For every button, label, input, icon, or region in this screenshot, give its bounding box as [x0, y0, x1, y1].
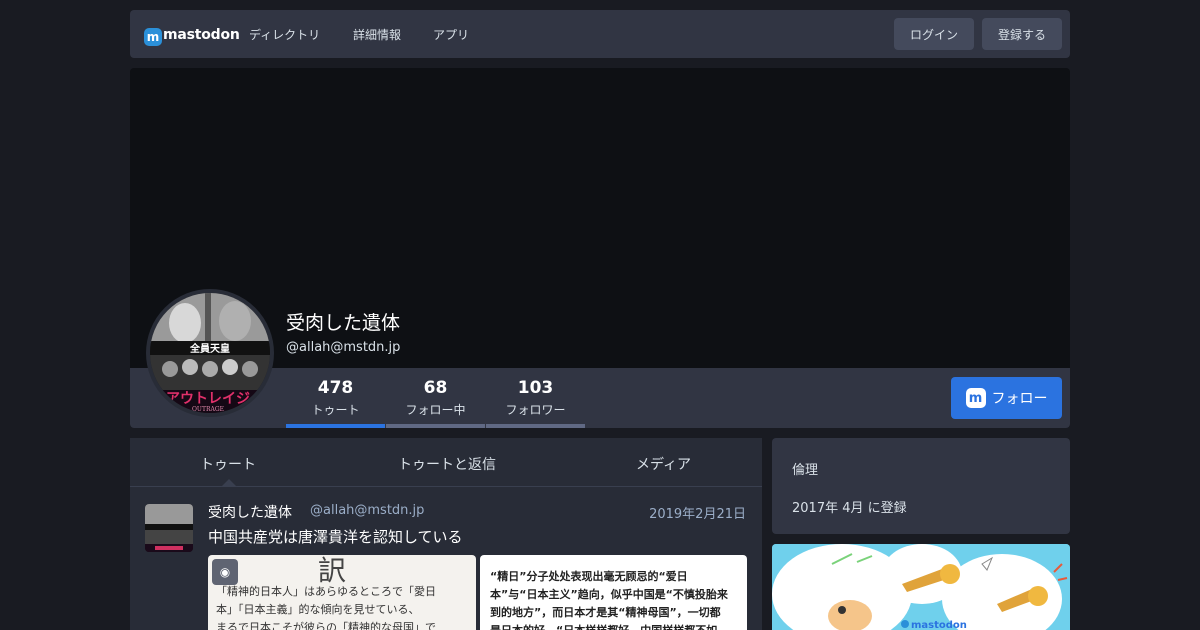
media-attachment-2[interactable]: “精日”分子处处表现出毫无顾忌的“爱日 本”与“日本主义”趋向，似乎中国是“不慎…: [480, 555, 747, 630]
counter-following-value: 68: [423, 378, 448, 398]
eye-slash-icon: ◉: [219, 565, 231, 579]
media2-line-0: “精日”分子处处表现出毫无顾忌的“爱日: [490, 570, 688, 583]
status-timestamp[interactable]: 2019年2月21日: [649, 503, 746, 522]
profile-bio: 倫理: [792, 463, 819, 478]
media1-line-3: まるで日本こそが彼らの「精神的な母国」で: [216, 621, 436, 630]
counter-toots-value: 478: [317, 378, 354, 398]
status-avatar[interactable]: [145, 504, 193, 552]
follow-button-label: フォロー: [991, 391, 1048, 407]
promo-illustration-image: mastodon: [772, 544, 1070, 630]
status-avatar-image: [145, 504, 193, 552]
follow-button[interactable]: m フォロー: [951, 377, 1062, 419]
status-acct[interactable]: @allah@mstdn.jp: [310, 503, 424, 518]
profile-info-bar: [130, 368, 1070, 428]
media2-line-1: 本”与“日本主义”趋向，似乎中国是“不慎投胎来: [490, 588, 728, 601]
counter-followers-label: フォロワー: [505, 403, 566, 417]
hide-media-button[interactable]: ◉: [212, 559, 238, 585]
counter-toots[interactable]: 478 トゥート: [286, 368, 385, 428]
tab-toots[interactable]: トゥート: [200, 454, 256, 474]
status-content: 中国共産党は唐澤貴洋を認知している: [208, 528, 463, 546]
profile-joined-date: 2017年 4月 に登録: [792, 501, 907, 516]
mastodon-promo-illustration: mastodon: [772, 544, 1070, 630]
status-item[interactable]: 受肉した遺体 @allah@mstdn.jp 2019年2月21日 中国共産党は…: [130, 487, 762, 630]
profile-about-card: 倫理 2017年 4月 に登録: [772, 438, 1070, 534]
media2-line-2: 到的地方”，而日本才是其“精神母国”，一切都: [490, 606, 721, 619]
profile-acct: @allah@mstdn.jp: [286, 340, 401, 355]
avatar-image: 全員天皇 アウトレイジ OUTRAGE: [150, 293, 270, 413]
counter-followers[interactable]: 103 フォロワー: [486, 368, 585, 428]
tab-toots-and-replies[interactable]: トゥートと返信: [398, 454, 496, 474]
tab-media[interactable]: メディア: [636, 454, 691, 474]
avatar-caption-english: OUTRAGE: [192, 406, 224, 413]
status-display-name[interactable]: 受肉した遺体: [208, 502, 292, 522]
counter-followers-value: 103: [517, 378, 554, 398]
login-button[interactable]: ログイン: [894, 18, 974, 50]
signup-button[interactable]: 登録する: [982, 18, 1062, 50]
media1-line-2: 本」「日本主義」的な傾向を見せている、: [216, 603, 420, 616]
mastodon-icon: m: [144, 28, 162, 46]
avatar-caption-bottom: アウトレイジ: [166, 391, 250, 407]
active-tab-indicator: [221, 479, 237, 487]
timeline-tabs: トゥート トゥートと返信 メディア: [130, 438, 762, 487]
media1-line-1: 「精神的日本人」はあらゆるところで「愛日: [216, 585, 436, 598]
top-navbar: m mastodon ディレクトリ 詳細情報 アプリ ログイン 登録する: [130, 10, 1070, 58]
nav-link-about[interactable]: 詳細情報: [353, 26, 401, 43]
profile-avatar[interactable]: 全員天皇 アウトレイジ OUTRAGE: [146, 289, 274, 417]
profile-display-name: 受肉した遺体: [286, 312, 401, 334]
nav-link-directory[interactable]: ディレクトリ: [249, 26, 320, 43]
nav-link-apps[interactable]: アプリ: [433, 26, 469, 43]
brand-name: mastodon: [163, 27, 240, 43]
profile-header-banner: [130, 68, 1070, 428]
mastodon-icon: m: [965, 388, 986, 408]
avatar-caption-top: 全員天皇: [189, 342, 230, 355]
media-attachment-1[interactable]: 訳 「精神的日本人」はあらゆるところで「愛日 本」「日本主義」的な傾向を見せてい…: [208, 555, 476, 630]
counter-following-label: フォロー中: [405, 403, 466, 417]
counter-following[interactable]: 68 フォロー中: [386, 368, 485, 428]
promo-brand-text: mastodon: [911, 620, 967, 630]
media2-line-3: 是日本的好，“日本样样都好，中国样样都不如: [490, 622, 717, 630]
mastodon-logo[interactable]: m mastodon: [144, 24, 240, 46]
counter-toots-label: トゥート: [311, 403, 360, 417]
